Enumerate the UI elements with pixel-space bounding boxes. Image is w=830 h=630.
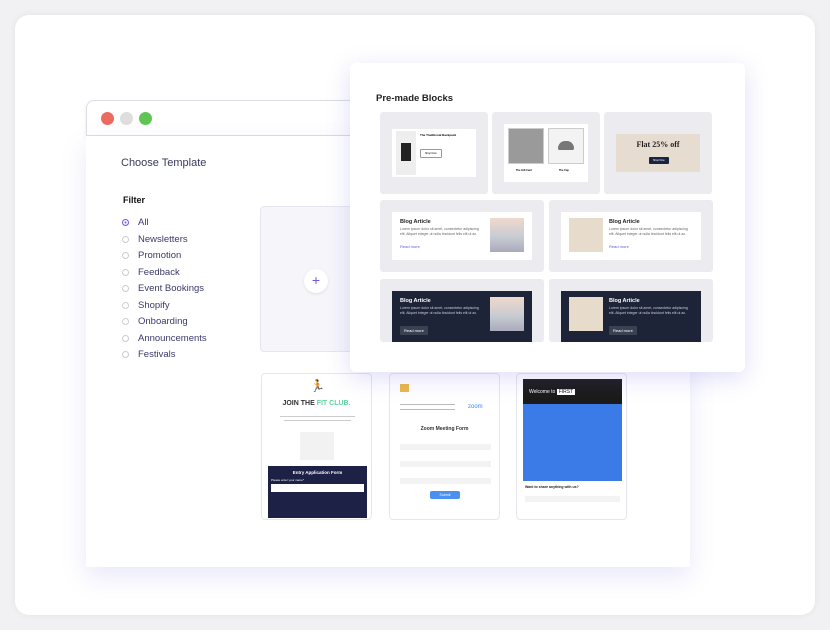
- field-label: Please enter your name*: [271, 478, 305, 482]
- template-card-zoom[interactable]: zoom Zoom Meeting Form Submit: [389, 373, 500, 520]
- filter-label: Promotion: [138, 250, 182, 261]
- maximize-button[interactable]: [139, 112, 152, 125]
- gift-label: The Cap: [559, 169, 569, 172]
- article-title: Blog Article: [400, 298, 431, 304]
- filter-label: Event Bookings: [138, 283, 205, 294]
- zoom-logo: zoom: [468, 404, 483, 410]
- read-more-button[interactable]: Read more: [396, 242, 424, 251]
- premade-blocks-panel: Pre-made Blocks The Traditional Backpack…: [350, 63, 745, 372]
- article-title: Blog Article: [400, 219, 431, 225]
- radio-button[interactable]: [122, 318, 129, 325]
- filter-option[interactable]: Feedback: [122, 267, 180, 278]
- radio-button[interactable]: [122, 252, 129, 259]
- shop-button[interactable]: Shop Now: [649, 157, 669, 164]
- shop-button[interactable]: Shop Now: [420, 149, 442, 158]
- question: Want to share anything with us?: [525, 485, 579, 489]
- filter-option[interactable]: Festivals: [122, 349, 175, 360]
- radio-button[interactable]: [122, 235, 129, 243]
- fit-title: JOIN THE FIT CLUB.: [282, 400, 351, 407]
- product-title: The Traditional Backpack: [420, 133, 457, 137]
- select[interactable]: [400, 478, 491, 484]
- template-card-first[interactable]: Welcome to FIRST Want to share anything …: [516, 373, 627, 520]
- promo-title: Flat 25% off: [636, 140, 680, 149]
- block-blog-article[interactable]: Blog Article Lorem ipsum dolor sit amet,…: [380, 200, 544, 272]
- calendar-icon: [400, 384, 409, 392]
- read-more-button[interactable]: Read more: [400, 326, 428, 335]
- filter-label: Newsletters: [138, 233, 188, 245]
- form-title: Zoom Meeting Form: [420, 426, 469, 432]
- article-image: [490, 297, 524, 331]
- article-text: Lorem ipsum dolor sit amet, consectetur …: [400, 306, 479, 315]
- minimize-button[interactable]: [120, 112, 133, 125]
- block-blog-article[interactable]: Blog Article Lorem ipsum dolor sit amet,…: [549, 279, 713, 342]
- radio-button[interactable]: [122, 285, 129, 292]
- block-promo[interactable]: Flat 25% off Shop Now: [604, 112, 712, 194]
- first-header: Welcome to FIRST: [523, 379, 622, 404]
- submit-button[interactable]: Submit: [430, 491, 460, 499]
- radio-button[interactable]: [122, 334, 129, 342]
- gift-label: The Gift Card: [516, 169, 532, 172]
- filter-label: All: [138, 217, 149, 228]
- filter-label: Shopify: [138, 299, 170, 311]
- filter-option[interactable]: Event Bookings: [122, 283, 204, 294]
- filter-heading: Filter: [123, 195, 146, 205]
- block-blog-article[interactable]: Blog Article Lorem ipsum dolor sit amet,…: [549, 200, 713, 272]
- plus-icon[interactable]: +: [304, 269, 328, 293]
- radio-button[interactable]: [122, 268, 129, 276]
- panel-title: Pre-made Blocks: [376, 93, 454, 104]
- runner-icon: 🏃: [310, 379, 325, 393]
- article-image: [490, 218, 524, 252]
- page-title: Choose Template: [121, 157, 207, 169]
- filter-label: Festivals: [138, 349, 176, 360]
- read-more-button[interactable]: Read more: [605, 242, 633, 251]
- filter-option[interactable]: Newsletters: [122, 234, 188, 245]
- article-title: Blog Article: [609, 298, 640, 304]
- article-text: Lorem ipsum dolor sit amet, consectetur …: [609, 306, 688, 315]
- filter-label: Feedback: [138, 266, 180, 278]
- filter-option[interactable]: Shopify: [122, 300, 170, 311]
- block-blog-article[interactable]: Blog Article Lorem ipsum dolor sit amet,…: [380, 279, 544, 342]
- read-more-button[interactable]: Read more: [609, 326, 637, 335]
- hero-image: [523, 404, 622, 481]
- filter-label: Onboarding: [138, 316, 188, 327]
- article-title: Blog Article: [609, 219, 640, 225]
- filter-option[interactable]: Promotion: [122, 250, 181, 261]
- block-gift-cards[interactable]: The Gift Card The Cap: [492, 112, 600, 194]
- input[interactable]: [525, 496, 620, 502]
- article-text: Lorem ipsum dolor sit amet, consectetur …: [400, 227, 479, 236]
- filter-option[interactable]: Onboarding: [122, 316, 188, 327]
- article-text: Lorem ipsum dolor sit amet, consectetur …: [609, 227, 688, 236]
- filter-option[interactable]: Announcements: [122, 333, 207, 344]
- radio-button[interactable]: [122, 219, 129, 226]
- select[interactable]: [400, 461, 491, 467]
- filter-label: Announcements: [138, 332, 207, 344]
- name-input[interactable]: [271, 484, 364, 492]
- radio-button[interactable]: [122, 301, 129, 309]
- filter-option[interactable]: All: [122, 217, 149, 228]
- article-image: [569, 297, 603, 331]
- template-card-fit-club[interactable]: 🏃 JOIN THE FIT CLUB. Entry Application F…: [261, 373, 372, 520]
- block-product[interactable]: The Traditional Backpack Shop Now: [380, 112, 488, 194]
- input[interactable]: [400, 444, 491, 450]
- form-title: Entry Application Form: [292, 470, 343, 475]
- radio-button[interactable]: [122, 351, 129, 358]
- article-image: [569, 218, 603, 252]
- close-button[interactable]: [101, 112, 114, 125]
